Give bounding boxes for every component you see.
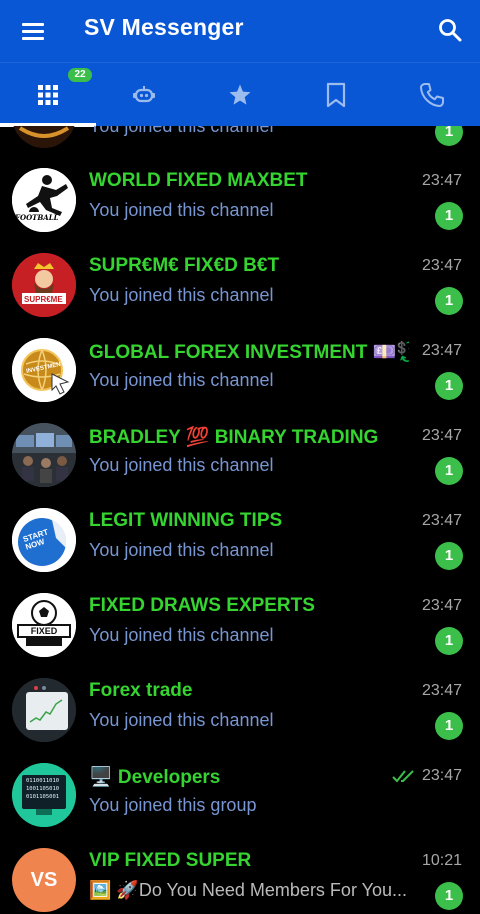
avatar-label: FIXED DRAWS (27, 626, 61, 646)
tab-calls[interactable] (384, 63, 480, 127)
unread-count-badge: 1 (435, 202, 463, 230)
chat-name: GLOBAL FOREX INVESTMENT 💷💱 (89, 342, 409, 363)
unread-count-badge: 1 (435, 882, 463, 910)
unread-count-badge: 1 (435, 457, 463, 485)
chat-row[interactable]: You joined this channel 1 (0, 126, 480, 155)
tab-all[interactable]: 22 (0, 63, 96, 127)
chat-time: 23:47 (421, 682, 462, 699)
chat-last-message: You joined this group (89, 795, 257, 815)
folder-tabs: 22 (0, 62, 480, 127)
chat-last-message: You joined this channel (89, 285, 274, 305)
chat-last-message: You joined this channel (89, 370, 274, 390)
tab-saved[interactable] (288, 63, 384, 127)
fixed-draws-ball-avatar: FIXED DRAWS (12, 593, 76, 657)
chat-last-message: 🖼️ 🚀Do You Need Members For You... (89, 880, 407, 900)
avatar-label: FOOTBALL (15, 213, 59, 222)
chat-last-message: You joined this channel (89, 200, 274, 220)
chat-last-message: You joined this channel (89, 126, 274, 136)
chat-time: 23:47 (421, 512, 462, 529)
unread-count-badge: 1 (435, 372, 463, 400)
forex-chart-avatar (12, 678, 76, 742)
chat-name: VIP FIXED SUPER (89, 850, 252, 871)
chat-row[interactable]: VS VIP FIXED SUPER 10:21 🖼️ 🚀Do You Need… (0, 834, 480, 914)
chat-row[interactable]: FOOTBALL WORLD FIXED MAXBET 23:47 You jo… (0, 154, 480, 239)
unread-count-badge: 1 (435, 627, 463, 655)
chat-name: SUPR€M€ FIX€D B€T (89, 255, 280, 276)
chat-row[interactable]: START NOW LEGIT WINNING TIPS 23:47 You j… (0, 494, 480, 579)
robot-icon (132, 84, 156, 106)
unread-count-badge: 1 (435, 712, 463, 740)
investment-globe-avatar: INVESTMENT (12, 338, 76, 402)
start-now-sticker-avatar: START NOW (12, 508, 76, 572)
hamburger-menu-icon[interactable] (20, 18, 46, 44)
chat-row[interactable]: SUPR€ME SUPR€M€ FIX€D B€T 23:47 You join… (0, 239, 480, 324)
app-bar: SV Messenger (0, 0, 480, 62)
app-title: SV Messenger (84, 14, 244, 40)
chat-row[interactable]: BRADLEY 💯 BINARY TRADING 23:47 You joine… (0, 409, 480, 494)
avatar-initials: VS (30, 868, 58, 891)
chat-row[interactable]: Forex trade 23:47 You joined this channe… (0, 664, 480, 749)
supreme-logo-avatar: SUPR€ME (12, 253, 76, 317)
chat-name: LEGIT WINNING TIPS (89, 510, 283, 531)
chat-time: 10:21 (421, 852, 462, 869)
chat-avatar (12, 126, 76, 148)
avatar-label: SUPR€ME (24, 295, 63, 304)
chat-last-message: You joined this channel (89, 710, 274, 730)
chat-name: FIXED DRAWS EXPERTS (89, 595, 315, 616)
chat-name: Forex trade (89, 680, 193, 701)
chat-name: WORLD FIXED MAXBET (89, 170, 308, 191)
chat-row[interactable]: FIXED DRAWS FIXED DRAWS EXPERTS 23:47 Yo… (0, 579, 480, 664)
trading-room-avatar (12, 423, 76, 487)
chat-last-message: You joined this channel (89, 625, 274, 645)
chat-row[interactable]: 0110011010 1001105010 0101105001 🖥️ Deve… (0, 749, 480, 834)
chat-row[interactable]: INVESTMENT GLOBAL FOREX INVESTMENT 💷💱 23… (0, 324, 480, 409)
chat-time: 23:47 (421, 597, 462, 614)
unread-count-badge: 1 (435, 542, 463, 570)
unread-count-badge: 1 (435, 126, 463, 146)
chat-list: You joined this channel 1 FOOTBALL WORLD… (0, 126, 480, 914)
grid-icon (37, 84, 59, 106)
football-player-avatar: FOOTBALL (12, 168, 76, 232)
read-double-check-icon (392, 769, 416, 788)
avatar-label: 0110011010 1001105010 0101105001 (26, 778, 60, 800)
chat-time: 23:47 (421, 342, 462, 359)
bookmark-icon (325, 82, 347, 108)
tab-favorites[interactable] (192, 63, 288, 127)
star-icon (228, 83, 252, 107)
phone-icon (419, 82, 445, 108)
chat-time: 23:47 (421, 767, 462, 784)
chat-name: BRADLEY 💯 BINARY TRADING (89, 427, 379, 448)
tab-unread-badge: 22 (68, 68, 92, 82)
tab-bots[interactable] (96, 63, 192, 127)
chat-name: 🖥️ Developers (89, 767, 221, 788)
binary-code-avatar: 0110011010 1001105010 0101105001 (12, 763, 76, 827)
chat-time: 23:47 (421, 172, 462, 189)
unread-count-badge: 1 (435, 287, 463, 315)
chat-last-message: You joined this channel (89, 455, 274, 475)
search-icon[interactable] (436, 16, 464, 44)
initials-avatar: VS (12, 848, 76, 912)
chat-time: 23:47 (421, 427, 462, 444)
chat-last-message: You joined this channel (89, 540, 274, 560)
chat-time: 23:47 (421, 257, 462, 274)
